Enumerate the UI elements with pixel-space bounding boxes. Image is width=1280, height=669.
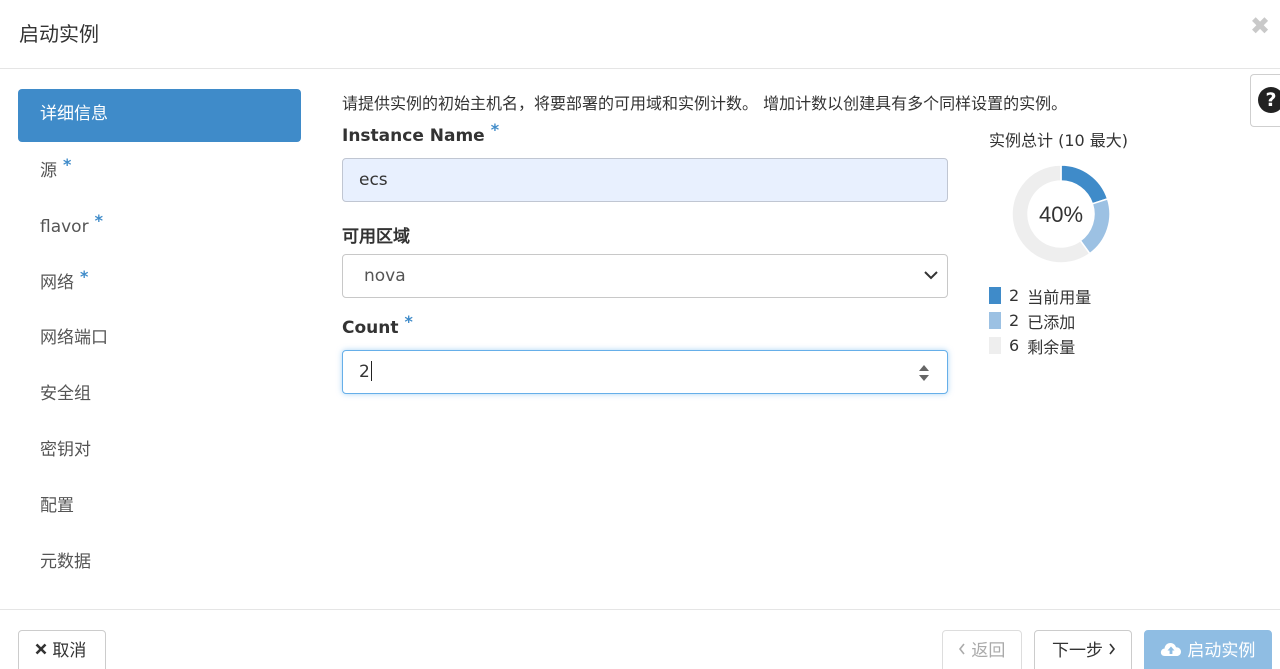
nav-item-label: 网络端口 — [40, 328, 108, 348]
nav-item-security-groups[interactable]: 安全组 — [18, 369, 301, 425]
instance-name-label: Instance Name * — [342, 120, 499, 146]
legend-item: 2 已添加 — [989, 308, 1091, 333]
required-mark: * — [490, 120, 500, 139]
cancel-label: 取消 — [52, 641, 87, 661]
nav-item-label: 详细信息 — [40, 104, 108, 124]
legend-value: 6 — [1009, 336, 1020, 355]
form-description: 请提供实例的初始主机名，将要部署的可用域和实例计数。 增加计数以创建具有多个同样… — [342, 94, 1068, 113]
spinner-arrows-icon[interactable] — [917, 362, 931, 384]
legend-item: 6 剩余量 — [989, 333, 1091, 358]
availability-zone-value: nova — [364, 266, 406, 286]
text-caret — [370, 361, 372, 381]
required-mark: * — [63, 155, 72, 174]
nav-item-label: flavor — [40, 217, 89, 237]
nav-item-configuration[interactable]: 配置 — [18, 481, 301, 537]
nav-item-network-ports[interactable]: 网络端口 — [18, 313, 301, 369]
chevron-right-icon — [1109, 643, 1116, 655]
x-icon — [35, 643, 47, 655]
donut-slice-0 — [1060, 165, 1109, 205]
legend-swatch — [989, 312, 1001, 329]
chevron-left-icon — [958, 643, 965, 655]
legend-swatch — [989, 287, 1001, 304]
legend-item: 2 当前用量 — [989, 283, 1091, 308]
required-mark: * — [404, 312, 413, 331]
chevron-down-icon — [924, 271, 938, 280]
nav-item-key-pair[interactable]: 密钥对 — [18, 425, 301, 481]
cancel-button[interactable]: 取消 — [18, 630, 106, 669]
legend-value: 2 — [1009, 286, 1020, 305]
instance-name-value: ecs — [359, 170, 388, 190]
nav-item-label: 源 — [40, 161, 57, 181]
count-label: Count * — [342, 312, 413, 338]
donut-center-label: 40% — [1039, 202, 1083, 227]
wizard-nav: 详细信息 源 * flavor * 网络 * 网络端口 安全组 密钥对 配置 元数据 — [18, 89, 301, 593]
question-circle-icon: ? — [1258, 87, 1280, 113]
launch-label: 启动实例 — [1187, 641, 1256, 661]
back-button[interactable]: 返回 — [942, 630, 1022, 669]
nav-item-metadata[interactable]: 元数据 — [18, 537, 301, 593]
next-label: 下一步 — [1052, 641, 1103, 661]
required-mark: * — [94, 211, 103, 230]
nav-item-label: 元数据 — [40, 552, 91, 572]
close-icon[interactable]: ✖ — [1250, 12, 1270, 40]
count-input[interactable]: 2 — [342, 350, 948, 394]
availability-zone-select[interactable]: nova — [342, 254, 948, 298]
cloud-upload-icon — [1160, 643, 1181, 656]
instance-name-label-text: Instance Name — [342, 126, 485, 146]
nav-item-label: 网络 — [40, 273, 74, 293]
donut-slice-1 — [1079, 197, 1110, 255]
legend-value: 2 — [1009, 311, 1020, 330]
instance-name-input[interactable]: ecs — [342, 158, 948, 202]
quota-chart-title: 实例总计 (10 最大) — [989, 131, 1129, 150]
count-value: 2 — [359, 362, 370, 382]
nav-item-details[interactable]: 详细信息 — [18, 89, 301, 142]
count-label-text: Count — [342, 318, 399, 338]
nav-item-label: 配置 — [40, 496, 74, 516]
legend-label: 已添加 — [1027, 312, 1076, 332]
legend-swatch — [989, 337, 1001, 354]
nav-item-source[interactable]: 源 * — [18, 145, 301, 201]
availability-zone-label: 可用区域 — [342, 227, 410, 247]
nav-item-network[interactable]: 网络 * — [18, 257, 301, 313]
required-mark: * — [80, 267, 89, 286]
modal-title: 启动实例 — [19, 22, 99, 46]
quota-donut-chart: 40% — [1012, 165, 1110, 263]
next-button[interactable]: 下一步 — [1034, 630, 1132, 669]
nav-item-label: 安全组 — [40, 384, 91, 404]
launch-instance-button[interactable]: 启动实例 — [1144, 630, 1272, 669]
legend-label: 当前用量 — [1027, 287, 1092, 307]
modal-header: 启动实例 ✖ — [0, 0, 1280, 69]
help-button[interactable]: ? — [1250, 74, 1280, 127]
quota-legend: 2 当前用量 2 已添加 6 剩余量 — [989, 283, 1091, 358]
back-label: 返回 — [971, 641, 1006, 661]
nav-item-flavor[interactable]: flavor * — [18, 201, 301, 257]
legend-label: 剩余量 — [1027, 337, 1076, 357]
nav-item-label: 密钥对 — [40, 440, 91, 460]
